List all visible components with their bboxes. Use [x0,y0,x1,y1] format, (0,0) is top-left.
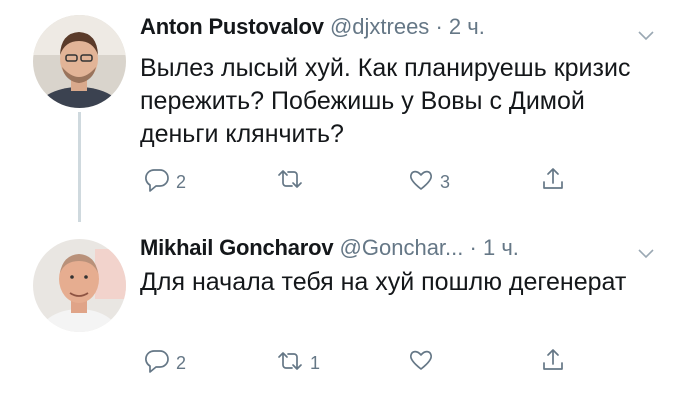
reply-button[interactable]: 2 [144,347,186,374]
timestamp[interactable]: 2 ч. [449,14,485,39]
retweet-icon [276,166,304,192]
share-button[interactable] [540,166,566,192]
like-icon [408,347,434,373]
user-name[interactable]: Anton Pustovalov [140,14,324,39]
separator: · [469,235,477,260]
reply-count: 2 [176,172,187,192]
reply-icon [144,167,170,193]
tweet-header: Anton Pustovalov @djxtrees · 2 ч. [140,14,485,40]
reply-count: 2 [176,353,187,373]
reply-button[interactable]: 2 [144,166,186,193]
separator: · [435,14,443,39]
share-icon [540,347,566,373]
reply-icon [144,348,170,374]
action-bar: 2 3 [140,166,610,198]
user-handle[interactable]: @djxtrees [330,14,429,39]
retweet-button[interactable] [276,166,310,192]
timestamp[interactable]: 1 ч. [483,235,519,260]
action-bar: 2 1 [140,347,610,379]
share-button[interactable] [540,347,566,373]
tweet-text: Вылез лысый хуй. Как планируешь кризис п… [140,54,631,148]
like-count: 3 [440,172,451,192]
tweet-header: Mikhail Goncharov @Gonchar... · 1 ч. [140,235,519,261]
chevron-down-icon[interactable] [638,246,654,264]
like-icon [408,167,434,193]
retweet-button[interactable]: 1 [276,347,320,374]
like-button[interactable] [408,347,440,373]
tweet-text: Для начала тебя на хуй пошлю дегенерат [140,268,627,296]
user-name[interactable]: Mikhail Goncharov [140,235,334,260]
thread-line [78,112,81,222]
user-handle[interactable]: @Gonchar... [340,235,464,260]
chevron-down-icon[interactable] [638,28,654,46]
tweet[interactable]: Mikhail Goncharov @Gonchar... · 1 ч. Для… [0,222,680,412]
avatar[interactable] [33,239,126,332]
avatar[interactable] [33,15,126,108]
like-button[interactable]: 3 [408,166,450,193]
share-icon [540,166,566,192]
tweet[interactable]: Anton Pustovalov @djxtrees · 2 ч. Вылез … [0,0,680,222]
retweet-count: 1 [310,353,321,373]
retweet-icon [276,348,304,374]
